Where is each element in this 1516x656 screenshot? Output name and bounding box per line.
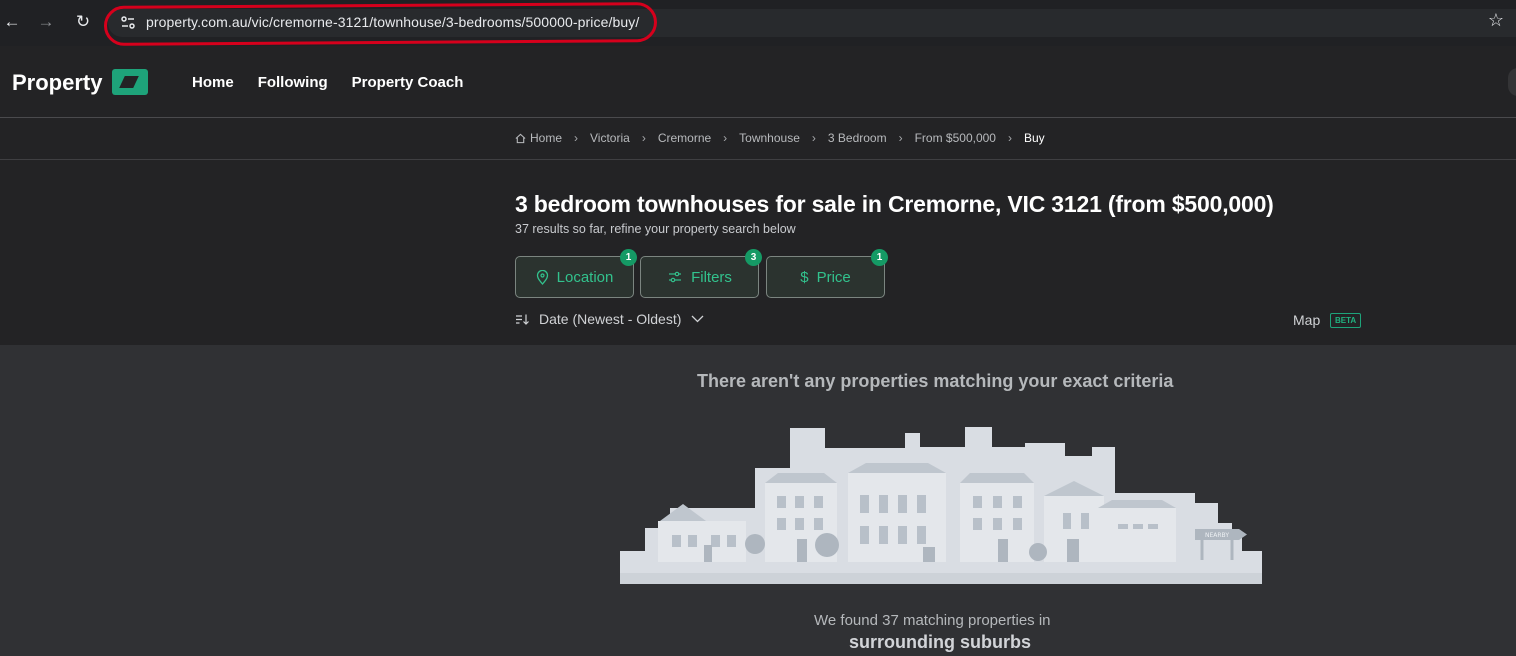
filters-button[interactable]: Filters 3	[640, 249, 762, 298]
chevron-right-icon: ›	[898, 131, 903, 145]
breadcrumb-victoria[interactable]: Victoria	[590, 131, 630, 145]
chevron-right-icon: ›	[723, 131, 728, 145]
property-logo-mark-icon[interactable]	[112, 69, 148, 95]
nearby-sign-text: NEARBY	[1205, 532, 1229, 539]
location-filter-label: Location	[556, 268, 614, 286]
chevron-right-icon: ›	[574, 131, 579, 145]
chevron-right-icon: ›	[1007, 131, 1012, 145]
home-icon	[515, 133, 526, 143]
breadcrumb-bedrooms[interactable]: 3 Bedroom	[828, 131, 887, 145]
price-filter-count: 1	[871, 249, 888, 266]
sort-selector[interactable]: Date (Newest - Oldest)	[515, 311, 704, 327]
breadcrumb: Home › Victoria › Cremorne › Townhouse ›…	[515, 131, 1045, 145]
breadcrumb-bar: Home › Victoria › Cremorne › Townhouse ›…	[0, 118, 1516, 160]
result-count-text: 37 results so far, refine your property …	[515, 222, 796, 236]
bookmark-star-icon[interactable]: ☆	[1488, 10, 1504, 31]
breadcrumb-townhouse[interactable]: Townhouse	[739, 131, 800, 145]
search-hero: 3 bedroom townhouses for sale in Cremorn…	[0, 160, 1516, 345]
breadcrumb-price[interactable]: From $500,000	[915, 131, 996, 145]
map-link[interactable]: Map	[1293, 312, 1320, 328]
price-filter-button[interactable]: $ Price 1	[766, 249, 888, 298]
location-pin-icon	[536, 269, 548, 285]
forward-icon[interactable]: →	[34, 10, 58, 34]
dollar-icon: $	[800, 268, 809, 286]
reload-icon[interactable]: ↻	[71, 10, 95, 34]
red-url-annotation	[103, 2, 658, 46]
nav-home[interactable]: Home	[192, 74, 234, 91]
nav-following[interactable]: Following	[258, 74, 328, 91]
header-edge-control	[1508, 68, 1516, 96]
breadcrumb-home-label[interactable]: Home	[530, 131, 562, 145]
empty-state-heading: There aren't any properties matching you…	[697, 371, 1174, 391]
browser-bar: ← → ↻ property.com.au/vic/cremorne-3121/…	[0, 0, 1516, 46]
price-filter-label: Price	[816, 268, 851, 286]
nav-property-coach[interactable]: Property Coach	[352, 74, 464, 91]
beta-badge: BETA	[1330, 313, 1362, 328]
property-logo[interactable]: Property	[12, 70, 102, 96]
filters-label: Filters	[691, 268, 732, 286]
matching-properties-text: We found 37 matching properties in	[814, 612, 1051, 629]
breadcrumb-home[interactable]: Home	[515, 131, 562, 145]
townscape-illustration: NEARBY	[620, 427, 1262, 584]
surrounding-suburbs-link[interactable]: surrounding suburbs	[849, 632, 1031, 653]
breadcrumb-buy: Buy	[1023, 131, 1045, 145]
sliders-icon	[669, 271, 682, 282]
chevron-down-icon[interactable]	[691, 315, 704, 323]
page-title: 3 bedroom townhouses for sale in Cremorn…	[515, 191, 1274, 217]
filters-count: 3	[745, 249, 762, 266]
chevron-right-icon: ›	[811, 131, 816, 145]
breadcrumb-cremorne[interactable]: Cremorne	[658, 131, 711, 145]
back-icon[interactable]: ←	[0, 10, 24, 34]
sort-icon	[516, 314, 529, 325]
site-header: Property Home Following Property Coach	[0, 46, 1516, 118]
chevron-right-icon: ›	[641, 131, 646, 145]
sort-label[interactable]: Date (Newest - Oldest)	[539, 311, 681, 327]
location-filter-button[interactable]: Location 1	[515, 249, 637, 298]
location-filter-count: 1	[620, 249, 637, 266]
main-navigation: Home Following Property Coach	[192, 74, 463, 91]
